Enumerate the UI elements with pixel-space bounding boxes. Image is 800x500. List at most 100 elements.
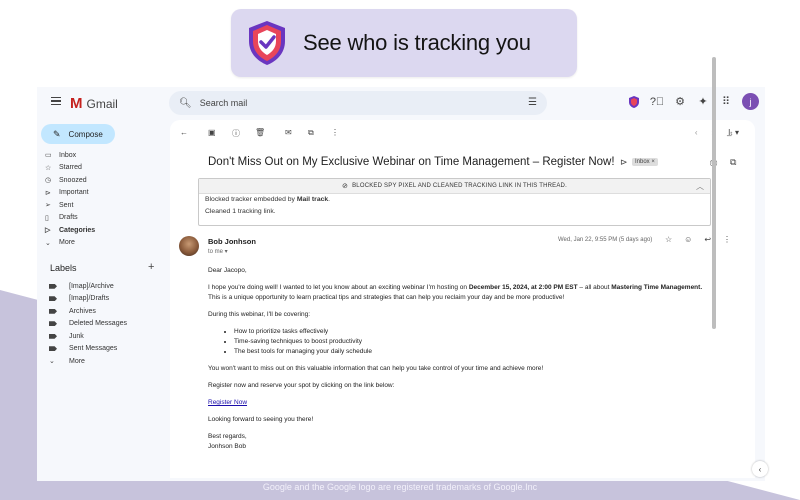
label-item[interactable]: Junk (49, 330, 169, 343)
label-tag-icon (49, 296, 57, 302)
sidebar-item-drafts[interactable]: ▯ Drafts (45, 212, 165, 225)
label-text: [Imap]/Drafts (69, 295, 110, 303)
compose-label: Compose (68, 129, 103, 139)
scrollbar[interactable] (712, 57, 716, 329)
list-item: The best tools for managing your daily s… (234, 347, 743, 357)
open-new-window-icon[interactable]: ⧉ (730, 157, 736, 168)
search-input[interactable]: Search mail (200, 98, 248, 108)
more-vert-icon[interactable]: ⋮ (723, 235, 731, 244)
body-paragraph-2: During this webinar, I'll be covering: (208, 311, 311, 318)
chevron-down-icon: ⌄ (45, 239, 51, 247)
top-icons: ?⃝ ⚙ ✦ ⠿ j (627, 93, 759, 110)
label-item[interactable]: Archives (49, 305, 169, 318)
sidebar-item-more[interactable]: ⌄ More (45, 237, 165, 250)
promo-text: See who is tracking you (303, 30, 531, 55)
email-body: Dear Jacopo, I hope you're doing well! I… (208, 266, 743, 459)
inbox-icon: ▭ (45, 152, 52, 160)
tracker-notice: ⊘ BLOCKED SPY PIXEL AND CLEANED TRACKING… (198, 178, 711, 226)
extension-shield-icon[interactable] (627, 95, 641, 109)
sidebar-item-inbox[interactable]: ▭ Inbox (45, 149, 165, 162)
important-marker-icon[interactable]: ⊳ (620, 157, 628, 168)
gemini-sparkle-icon[interactable]: ✦ (696, 95, 710, 109)
email-subject: Don't Miss Out on My Exclusive Webinar o… (208, 156, 615, 168)
tracker-line-2: Cleaned 1 tracking link. (205, 208, 276, 215)
prev-icon[interactable]: ‹ (695, 128, 698, 137)
signoff: Best regards, (208, 433, 247, 440)
signature: Jonhson Bob (208, 443, 246, 450)
list-item: How to prioritize tasks effectively (234, 327, 743, 337)
chevron-down-icon: ⌄ (49, 358, 55, 366)
tracker-name: Mail track (296, 196, 329, 203)
help-icon[interactable]: ?⃝ (650, 95, 664, 109)
sidebar-item-categories[interactable]: ▷ Categories (45, 224, 165, 237)
report-spam-icon[interactable]: ⓘ (232, 128, 240, 139)
label-tag-icon (49, 321, 57, 327)
webinar-date: December 15, 2024, at 2:00 PM EST (468, 284, 578, 291)
add-label-icon[interactable]: + (148, 261, 154, 273)
gear-icon[interactable]: ⚙ (673, 95, 687, 109)
label-text: More (69, 357, 85, 365)
label-text: Archives (69, 307, 96, 315)
sender-avatar[interactable] (179, 236, 199, 256)
clock-icon: ◷ (45, 177, 52, 185)
search-bar[interactable]: 🔍︎ Search mail ☰ (169, 91, 547, 115)
pagination: ‹ › I̲ₜ ▾ (695, 128, 739, 137)
webinar-topic: Mastering Time Management. (611, 284, 703, 291)
back-arrow-icon[interactable]: ← (180, 128, 188, 137)
label-item[interactable]: [Imap]/Archive (49, 280, 169, 293)
sidebar-item-important[interactable]: ⊳ Important (45, 187, 165, 200)
menu-icon[interactable] (51, 97, 61, 105)
body-paragraph-1: I hope you're doing well! I wanted to le… (208, 283, 743, 303)
search-options-icon[interactable]: ☰ (528, 97, 537, 108)
sidebar-item-label: More (59, 239, 75, 247)
gmail-wordmark: Gmail (86, 96, 118, 111)
p1-text-c: This is a unique opportunity to learn pr… (208, 294, 565, 301)
apps-grid-icon[interactable]: ⠿ (719, 95, 733, 109)
sidebar-item-snoozed[interactable]: ◷ Snoozed (45, 174, 165, 187)
input-tools-icon[interactable]: I̲ₜ ▾ (728, 128, 739, 137)
more-vert-icon[interactable]: ⋮ (331, 128, 339, 137)
draft-icon: ▯ (45, 214, 49, 222)
labels-more[interactable]: ⌄ More (49, 355, 169, 368)
labels-heading: Labels (50, 263, 77, 273)
register-link[interactable]: Register Now (208, 399, 247, 406)
delete-icon[interactable]: 🗑︎ (255, 128, 265, 137)
recipient-details[interactable]: to me ▾ (208, 248, 228, 255)
mark-unread-icon[interactable]: ✉ (285, 128, 292, 137)
label-item[interactable]: Sent Messages (49, 343, 169, 356)
gmail-logo[interactable]: M Gmail (70, 95, 118, 112)
avatar[interactable]: j (742, 93, 759, 110)
star-icon[interactable]: ☆ (665, 235, 672, 244)
sidebar-item-label: Inbox (59, 151, 77, 159)
sidebar-item-starred[interactable]: ☆ Starred (45, 162, 165, 175)
tracker-line-1: Blocked tracker embedded by Mail track. (199, 194, 710, 206)
star-icon: ☆ (45, 164, 52, 172)
sidebar-item-label: Categories (59, 226, 96, 234)
top-bar: M Gmail 🔍︎ Search mail ☰ ?⃝ ⚙ ✦ ⠿ j (37, 87, 765, 119)
inbox-badge[interactable]: Inbox × (632, 158, 658, 166)
signature-block: Best regards, Jonhson Bob (208, 432, 743, 452)
body-paragraph-3: You won't want to miss out on this valua… (208, 365, 544, 372)
reply-icon[interactable]: ↩ (704, 235, 711, 244)
list-item: Time-saving techniques to boost producti… (234, 337, 743, 347)
search-icon[interactable]: 🔍︎ (179, 98, 192, 109)
move-to-icon[interactable]: ⧉ (308, 128, 314, 138)
sidebar-nav: ▭ Inbox ☆ Starred ◷ Snoozed ⊳ Important ➢ Sen… (45, 149, 165, 249)
side-panel-toggle-icon[interactable]: ‹ (752, 461, 768, 477)
archive-icon[interactable]: ▣ (208, 128, 216, 137)
chevron-up-icon[interactable]: ︿ (696, 181, 704, 192)
p1-text-b: – all about (577, 284, 612, 291)
label-tag-icon (49, 333, 57, 339)
compose-button[interactable]: ✎ Compose (41, 124, 115, 144)
label-icon: ▷ (45, 227, 51, 235)
sidebar-item-sent[interactable]: ➢ Sent (45, 199, 165, 212)
labels-list: [Imap]/Archive [Imap]/Drafts Archives De… (49, 280, 169, 368)
emoji-react-icon[interactable]: ☺ (684, 235, 692, 244)
greeting: Dear Jacopo, (208, 267, 247, 274)
label-item[interactable]: [Imap]/Drafts (49, 293, 169, 306)
important-icon: ⊳ (45, 189, 51, 197)
label-tag-icon (49, 283, 57, 289)
tracker-header: ⊘ BLOCKED SPY PIXEL AND CLEANED TRACKING… (199, 179, 710, 194)
sender-name[interactable]: Bob Jonhson (208, 237, 256, 246)
label-item[interactable]: Deleted Messages (49, 318, 169, 331)
